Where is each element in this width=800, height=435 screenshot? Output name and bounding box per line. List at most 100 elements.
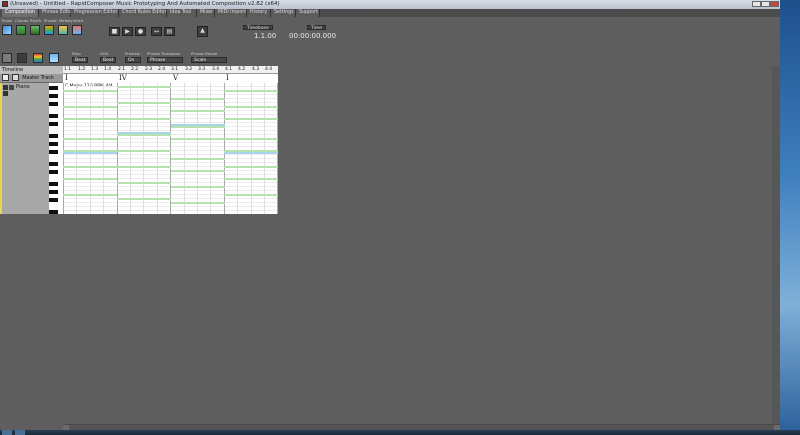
keyboard-icon[interactable]: ▤	[164, 27, 175, 36]
chord-tone-band	[171, 138, 225, 140]
tab-idea-tool[interactable]: Idea Tool	[167, 9, 197, 17]
track-mute-icon[interactable]	[9, 85, 14, 90]
black-key[interactable]	[49, 134, 58, 138]
ruler-tick: 3.3	[198, 67, 206, 72]
timeline-ruler[interactable]: 1.1 1.2 1.3 1.4 2.1 2.2 2.3 2.4 3.1 3.2 …	[63, 66, 278, 74]
phrase-transpose-label: Phrase Transpose	[147, 51, 181, 56]
voice-icon[interactable]	[72, 25, 82, 35]
track-settings-icon[interactable]	[3, 91, 8, 96]
chord-tone-band	[224, 118, 278, 120]
vertical-scrollbar[interactable]	[772, 66, 780, 424]
grid-beat-line	[183, 83, 185, 214]
black-key[interactable]	[49, 122, 58, 126]
loop-icon[interactable]: ↔	[151, 27, 162, 36]
master-mute-icon[interactable]	[11, 74, 19, 81]
palette-icon[interactable]	[33, 53, 43, 63]
black-key[interactable]	[49, 150, 58, 154]
black-key[interactable]	[49, 162, 58, 166]
application-window: (Unsaved) - Untitled - RapidComposer Mus…	[0, 0, 780, 435]
piano-track-header[interactable]: Piano	[0, 83, 49, 214]
chord-tone-band	[224, 194, 278, 196]
black-key[interactable]	[49, 142, 58, 146]
chords-icon[interactable]	[16, 25, 26, 35]
black-key[interactable]	[49, 190, 58, 194]
tab-chord-rules-editor[interactable]: Chord Rules Editor	[119, 9, 167, 17]
chord-tone-band	[171, 202, 225, 204]
chord-tone-band	[63, 178, 117, 180]
chord-track[interactable]: I IV V I	[63, 74, 278, 83]
chord-tone-band	[117, 182, 171, 184]
black-key[interactable]	[49, 94, 58, 98]
master-track-label: Master Track	[22, 75, 54, 81]
metronome-icon[interactable]: ▲	[197, 26, 208, 37]
close-button[interactable]	[770, 1, 779, 7]
root-tone-band	[224, 152, 278, 154]
time-header[interactable]: Time	[307, 25, 327, 31]
taskbar-app-icon[interactable]	[15, 430, 25, 435]
chord-tone-band	[117, 150, 171, 152]
step-dropdown[interactable]: Beat	[72, 57, 88, 63]
maximize-button[interactable]	[761, 1, 770, 7]
tab-settings[interactable]: Settings	[271, 9, 296, 17]
app-icon	[2, 1, 8, 7]
black-key[interactable]	[49, 102, 58, 106]
ruler-tick: 2.2	[131, 67, 139, 72]
rules-icon[interactable]	[2, 25, 12, 35]
black-key[interactable]	[49, 198, 58, 202]
master-expand-icon[interactable]	[2, 74, 9, 81]
stop-button[interactable]: ■	[109, 27, 120, 36]
ruler-tick: 2.4	[158, 67, 166, 72]
record-button[interactable]: ●	[135, 27, 146, 36]
ruler-tick: 1.1	[64, 67, 72, 72]
chord-tone-band	[63, 138, 117, 140]
minimize-button[interactable]	[752, 1, 761, 7]
preview-dropdown[interactable]: On	[125, 57, 141, 63]
black-key[interactable]	[49, 182, 58, 186]
note-icon[interactable]	[2, 53, 12, 63]
play-button[interactable]: ▶	[122, 27, 133, 36]
tab-mixer[interactable]: Mixer	[197, 9, 215, 17]
chord-tone-band	[63, 106, 117, 108]
tab-phrase-editor[interactable]: Phrase Editor	[39, 9, 74, 17]
timebase-header[interactable]: Timebase	[243, 25, 273, 31]
ruler-tick: 3.1	[171, 67, 179, 72]
piano-keyboard[interactable]	[49, 83, 63, 214]
melody-icon[interactable]	[58, 25, 68, 35]
title-bar: (Unsaved) - Untitled - RapidComposer Mus…	[0, 0, 780, 9]
track-expand-icon[interactable]	[3, 85, 8, 90]
phrase-resize-label: Phrase Resize	[191, 51, 218, 56]
rhythm-icon[interactable]	[30, 25, 40, 35]
phrase-transpose-dropdown[interactable]: Phrase	[147, 57, 183, 63]
chord-symbol[interactable]: IV	[119, 74, 127, 82]
chord-tone-band	[117, 166, 171, 168]
wave-icon[interactable]	[49, 53, 59, 63]
master-track-row[interactable]: Master Track	[0, 74, 63, 82]
start-button[interactable]	[2, 430, 12, 435]
black-key[interactable]	[49, 210, 58, 214]
black-key[interactable]	[49, 86, 58, 90]
phrase-resize-dropdown[interactable]: Scale	[191, 57, 227, 63]
tab-composition[interactable]: Composition	[2, 9, 39, 17]
tab-midi-import[interactable]: MIDI Import	[215, 9, 247, 17]
time-value: 00:00:00.000	[289, 32, 337, 40]
chord-symbol[interactable]: V	[173, 74, 178, 82]
ruler-tick: 1.3	[91, 67, 99, 72]
chord-symbol[interactable]: I	[226, 74, 229, 82]
chord-symbol[interactable]: I	[65, 74, 68, 82]
chord-tone-band	[171, 98, 225, 100]
grid-dropdown[interactable]: Beat	[100, 57, 116, 63]
tab-support[interactable]: Support	[296, 9, 320, 17]
tab-history[interactable]: History	[247, 9, 271, 17]
timebase-value: 1.1.00	[254, 32, 277, 40]
tab-progression-editor[interactable]: Progression Editor	[71, 9, 119, 17]
tab-bar: Composition Phrase Editor Progression Ed…	[0, 9, 780, 17]
grid-beat-line	[197, 83, 198, 214]
melody-label: Melody	[59, 18, 73, 23]
desktop-background	[780, 0, 800, 435]
root-tone-band	[117, 132, 171, 134]
phrase-icon[interactable]	[44, 25, 54, 35]
black-key[interactable]	[49, 114, 58, 118]
piano-roll[interactable]: 1.1 1.2 1.3 1.4 2.1 2.2 2.3 2.4 3.1 3.2 …	[63, 66, 278, 214]
phrase-view-icon[interactable]	[17, 53, 27, 63]
black-key[interactable]	[49, 170, 58, 174]
